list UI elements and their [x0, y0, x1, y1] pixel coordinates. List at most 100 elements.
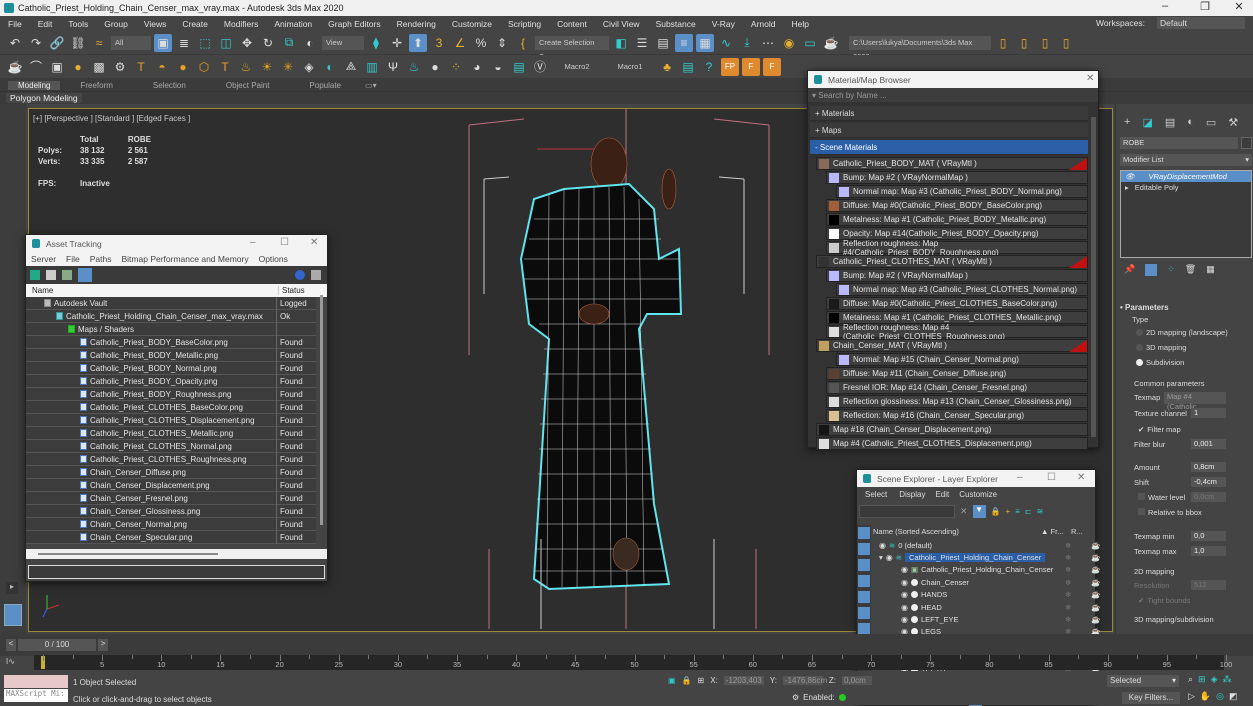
vray-logo-icon[interactable]: Ⓥ — [531, 58, 549, 76]
keyboard-shortcut-icon[interactable]: ⬆ — [409, 33, 427, 52]
ribbon-options-icon[interactable]: ▭▾ — [361, 81, 381, 90]
freeze-toggle-icon[interactable]: ❄ — [1065, 603, 1071, 612]
asset-row[interactable]: Chain_Censer_Specular.png Found — [26, 530, 316, 544]
show-end-result-icon[interactable] — [1145, 264, 1158, 276]
viewport-label[interactable]: [+] [Perspective ] [Standard ] [Edged Fa… — [33, 114, 190, 123]
map-item[interactable]: Diffuse: Map #11 (Chain_Censer_Diffuse.p… — [826, 367, 1088, 380]
asset-row[interactable]: Catholic_Priest_BODY_BaseColor.png Found — [26, 335, 316, 349]
scene-tree-row[interactable]: ◉ ▣ Catholic_Priest_Holding_Chain_Censer ❄ ☕ — [873, 564, 1100, 576]
renderable-toggle-icon[interactable]: ☕ — [1091, 590, 1100, 599]
ambient-light-icon[interactable]: ♨ — [237, 58, 255, 76]
zoom-all-icon[interactable]: ⊞ — [1198, 674, 1206, 685]
filter-blur-spinner[interactable]: 0,001 — [1191, 439, 1226, 449]
project-folder-icon[interactable]: ▯ — [994, 34, 1012, 52]
menu-animation[interactable]: Animation — [266, 19, 320, 29]
asset-row[interactable]: Chain_Censer_Displacement.png Found — [26, 478, 316, 492]
asset-row[interactable]: Chain_Censer_Diffuse.png Found — [26, 465, 316, 479]
align-icon[interactable]: ☰ — [633, 34, 651, 52]
column-status[interactable]: Status — [278, 286, 305, 295]
material-item[interactable]: Map #18 (Chain_Censer_Displacement.png) — [816, 423, 1088, 436]
tab-freeform[interactable]: Freeform — [60, 81, 132, 90]
percent-snap-icon[interactable]: % — [472, 34, 490, 52]
maximize-viewport-icon[interactable]: ◩ — [1229, 691, 1238, 702]
material-item[interactable]: Catholic_Priest_BODY_MAT ( VRayMtl ) — [816, 157, 1088, 170]
scene-tree-row[interactable]: ◉ HEAD ❄ ☕ — [873, 601, 1100, 613]
table-view-icon[interactable] — [78, 268, 92, 282]
menu-views[interactable]: Views — [136, 19, 175, 29]
orbit-icon[interactable]: ◎ — [1216, 691, 1224, 702]
proxy-icon[interactable]: ◈ — [300, 58, 318, 76]
create-tab-icon[interactable]: + — [1124, 116, 1130, 129]
minimize-button[interactable]: – — [1150, 0, 1180, 12]
light-icon[interactable]: ● — [69, 58, 87, 76]
pin-stack-icon[interactable]: 📌 — [1124, 264, 1135, 276]
hierarchy-tab-icon[interactable]: ▤ — [1165, 116, 1175, 129]
map-item[interactable]: Reflection roughness: Map #4 (Catholic_P… — [826, 323, 1088, 341]
column-name[interactable]: Name — [32, 286, 53, 295]
lock-icon[interactable]: 🔒 — [991, 507, 1001, 516]
asset-row[interactable]: Catholic_Priest_CLOTHES_Normal.png Found — [26, 439, 316, 453]
resolution-spinner[interactable]: 512 — [1191, 580, 1226, 590]
modify-tab-icon[interactable]: ◪ — [1142, 116, 1152, 129]
layer-explorer-icon[interactable]: ≡ — [675, 33, 693, 52]
reference-coord-select[interactable]: View — [322, 35, 364, 50]
y-coordinate-field[interactable]: -1476,86cm — [782, 676, 827, 685]
section-materials[interactable]: + Materials — [810, 106, 1088, 121]
configure-sets-icon[interactable]: ▦ — [1206, 264, 1215, 276]
expand-icon[interactable]: ▸ — [6, 582, 18, 594]
next-frame-button[interactable]: > — [98, 639, 108, 651]
dope-sheet-icon[interactable]: ⤓ — [738, 34, 756, 52]
key-mode-select[interactable]: Selected ▾ — [1107, 675, 1179, 687]
menu-select[interactable]: Select — [857, 490, 895, 499]
menu-server[interactable]: Server — [26, 254, 61, 264]
renderable-toggle-icon[interactable]: ☕ — [1091, 578, 1100, 587]
fire-icon[interactable]: ♨ — [405, 58, 423, 76]
display-objects-icon[interactable] — [858, 527, 870, 539]
vertical-scrollbar[interactable] — [320, 295, 323, 525]
scale-icon[interactable]: ⧉ — [280, 34, 298, 52]
minimize-button[interactable]: – — [250, 237, 256, 248]
layers-icon[interactable]: ≋ — [1037, 507, 1044, 516]
scene-tree-row[interactable]: ◉ LEFT_EYE ❄ ☕ — [873, 613, 1100, 625]
map-item[interactable]: Reflection roughness: Map #4(Catholic_Pr… — [826, 239, 1088, 257]
display-tab-icon[interactable]: ▭ — [1206, 116, 1216, 129]
asset-row[interactable]: Catholic_Priest_BODY_Roughness.png Found — [26, 387, 316, 401]
maxscript-input[interactable]: MAXScript Mi: — [4, 689, 68, 702]
adaptive-degradation-icon[interactable]: ⚙ — [792, 693, 799, 702]
zoom-extents-all-icon[interactable]: ⁂ — [1223, 674, 1232, 685]
x-coordinate-field[interactable]: -1203,403 — [723, 676, 764, 685]
freeze-toggle-icon[interactable]: ❄ — [1065, 615, 1071, 624]
asset-row[interactable]: Catholic_Priest_BODY_Normal.png Found — [26, 361, 316, 375]
plane-icon[interactable]: ⟁ — [342, 58, 360, 76]
menu-edit[interactable]: Edit — [929, 490, 955, 499]
clear-search-icon[interactable]: ✕ — [960, 506, 968, 517]
motion-tab-icon[interactable]: ◐ — [1187, 116, 1194, 129]
placement-icon[interactable]: ◐ — [301, 34, 319, 52]
auto-key-icon[interactable]: I∿ — [6, 657, 15, 666]
thumbnail-view-icon[interactable] — [62, 270, 72, 280]
create-shape-icon[interactable]: ⌒ — [27, 58, 45, 76]
renderable-toggle-icon[interactable]: ☕ — [1091, 541, 1100, 550]
undo-icon[interactable]: ↶ — [6, 34, 24, 52]
viewport-layout-icon[interactable] — [4, 604, 22, 626]
restore-button[interactable]: ❐ — [1190, 0, 1220, 13]
key-filters-button[interactable]: Key Filters... — [1122, 692, 1180, 704]
set-project-icon[interactable]: ▯ — [1036, 34, 1054, 52]
rotate-icon[interactable]: ↻ — [259, 34, 277, 52]
field-of-view-icon[interactable]: ▷ — [1188, 691, 1195, 702]
material-browser-titlebar[interactable]: Material/Map Browser ✕ — [808, 71, 1098, 88]
selection-filter-select[interactable]: All — [111, 35, 151, 50]
add-to-layer-icon[interactable]: ≡ — [1015, 507, 1020, 516]
asset-row[interactable]: Catholic_Priest_Holding_Chain_Censer_max… — [26, 309, 316, 323]
scene-explorer-titlebar[interactable]: Scene Explorer - Layer Explorer – ☐ ✕ — [857, 470, 1095, 487]
isolate-selection-icon[interactable]: ▣ — [668, 676, 676, 685]
fur-grass-icon[interactable]: Ψ — [384, 58, 402, 76]
select-by-name-icon[interactable]: ≣ — [175, 34, 193, 52]
populate-icon[interactable]: ♣ — [658, 58, 676, 76]
menu-customize[interactable]: Customize — [444, 19, 500, 29]
camera-icon[interactable]: ▩ — [90, 58, 108, 76]
map-item[interactable]: Diffuse: Map #0(Catholic_Priest_BODY_Bas… — [826, 199, 1088, 212]
menu-vray[interactable]: V-Ray — [704, 19, 743, 29]
asset-row[interactable]: Catholic_Priest_BODY_Metallic.png Found — [26, 348, 316, 362]
modifier-vray-displacement[interactable]: 👁 VRayDisplacementMod — [1121, 171, 1251, 182]
